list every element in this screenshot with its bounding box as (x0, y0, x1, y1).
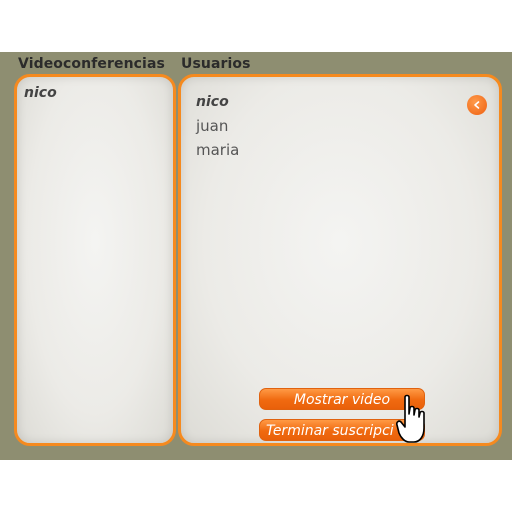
users-panel: nico juan maria Mostrar video Terminar s… (178, 74, 502, 446)
user-list-item[interactable]: juan (196, 117, 228, 135)
tab-users[interactable]: Usuarios (181, 56, 251, 72)
back-button[interactable] (467, 95, 487, 115)
user-list-item[interactable]: nico (196, 94, 229, 110)
current-user-label: nico (24, 85, 57, 101)
user-list-item[interactable]: maria (196, 141, 239, 159)
videoconference-panel: nico (14, 74, 176, 446)
tab-videoconferences[interactable]: Videoconferencias (18, 56, 165, 72)
chevron-left-icon (474, 101, 480, 109)
app-window: Videoconferencias Usuarios nico nico jua… (0, 52, 512, 460)
hand-pointer-icon (396, 394, 425, 443)
